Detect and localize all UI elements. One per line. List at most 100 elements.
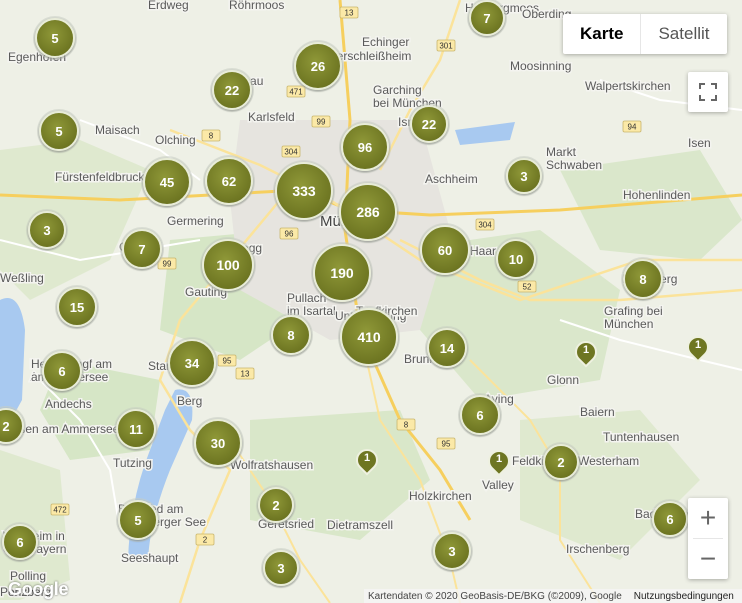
- marker-cluster[interactable]: 62: [203, 155, 255, 207]
- marker-cluster[interactable]: 3: [261, 548, 301, 588]
- road-shield: 8: [396, 418, 416, 431]
- marker-cluster[interactable]: 22: [408, 103, 450, 145]
- marker-cluster[interactable]: 3: [26, 209, 68, 251]
- marker-cluster[interactable]: 34: [166, 337, 218, 389]
- marker-cluster[interactable]: 333: [273, 160, 335, 222]
- cluster-count: 26: [294, 42, 342, 90]
- place-label: Tuntenhausen: [603, 430, 679, 444]
- marker-cluster[interactable]: 2: [256, 485, 296, 525]
- place-label: Baiern: [580, 405, 615, 419]
- marker-cluster[interactable]: 6: [0, 522, 40, 562]
- marker-cluster[interactable]: 6: [458, 393, 502, 437]
- cluster-count: 7: [122, 229, 162, 269]
- cluster-count: 30: [194, 419, 242, 467]
- place-label: Erdweg: [148, 0, 189, 12]
- marker-cluster[interactable]: 5: [37, 109, 81, 153]
- marker-cluster[interactable]: 190: [311, 242, 373, 304]
- place-label: Valley: [482, 478, 514, 492]
- map-pin[interactable]: 1: [570, 336, 602, 368]
- map-pin[interactable]: 1: [351, 444, 383, 476]
- map-type-satellit-button[interactable]: Satellit: [640, 14, 726, 54]
- marker-cluster[interactable]: 11: [114, 407, 158, 451]
- attribution-bar: Kartendaten © 2020 GeoBasis-DE/BKG (©200…: [364, 589, 742, 603]
- place-label: Echinger: [362, 35, 409, 49]
- cluster-count: 410: [340, 308, 398, 366]
- cluster-count: 190: [313, 244, 371, 302]
- cluster-count: 62: [205, 157, 253, 205]
- svg-text:471: 471: [289, 88, 303, 97]
- cluster-count: 3: [433, 532, 471, 570]
- cluster-count: 5: [39, 111, 79, 151]
- svg-text:8: 8: [209, 132, 214, 141]
- place-label: Weßling: [0, 271, 44, 285]
- marker-cluster[interactable]: 96: [339, 121, 391, 173]
- zoom-in-button[interactable]: +: [688, 498, 728, 538]
- place-label: Seeshaupt: [121, 551, 179, 565]
- fullscreen-button[interactable]: [688, 72, 728, 112]
- marker-cluster[interactable]: 3: [504, 156, 544, 196]
- marker-cluster[interactable]: 30: [192, 417, 244, 469]
- marker-cluster[interactable]: 3: [431, 530, 473, 572]
- road-shield: 95: [217, 354, 237, 367]
- marker-cluster[interactable]: 7: [120, 227, 164, 271]
- road-shield: 99: [311, 115, 331, 128]
- cluster-count: 60: [420, 225, 470, 275]
- marker-cluster[interactable]: 8: [621, 257, 665, 301]
- marker-cluster[interactable]: 60: [418, 223, 472, 277]
- cluster-count: 22: [212, 70, 252, 110]
- marker-cluster[interactable]: 10: [494, 237, 538, 281]
- zoom-out-button[interactable]: −: [688, 539, 728, 579]
- svg-text:94: 94: [628, 123, 637, 132]
- marker-cluster[interactable]: 6: [40, 349, 84, 393]
- terms-link[interactable]: Nutzungsbedingungen: [634, 591, 734, 602]
- road-shield: 96: [279, 227, 299, 240]
- map-data-attribution: Kartendaten © 2020 GeoBasis-DE/BKG (©200…: [368, 590, 622, 602]
- marker-cluster[interactable]: 5: [116, 498, 160, 542]
- cluster-count: 45: [143, 158, 191, 206]
- svg-text:13: 13: [345, 9, 354, 18]
- svg-text:304: 304: [478, 221, 492, 230]
- pin-count: 1: [694, 339, 702, 351]
- marker-cluster[interactable]: 6: [650, 499, 690, 539]
- cluster-count: 5: [118, 500, 158, 540]
- map-pin[interactable]: 1: [682, 331, 714, 363]
- basemap[interactable]: 133014719983049496993045295138952472 Erd…: [0, 0, 742, 603]
- marker-cluster[interactable]: 8: [269, 313, 313, 357]
- marker-cluster[interactable]: 26: [292, 40, 344, 92]
- marker-cluster[interactable]: 14: [425, 326, 469, 370]
- cluster-count: 22: [410, 105, 448, 143]
- marker-cluster[interactable]: 100: [200, 237, 256, 293]
- marker-cluster[interactable]: 45: [141, 156, 193, 208]
- marker-cluster[interactable]: 410: [338, 306, 400, 368]
- place-label: Isen: [688, 136, 711, 150]
- map-pin[interactable]: 1: [483, 445, 515, 477]
- place-label: Glonn: [547, 373, 579, 387]
- road-shield: 304: [281, 145, 301, 158]
- svg-text:304: 304: [284, 148, 298, 157]
- cluster-count: 11: [116, 409, 156, 449]
- cluster-count: 7: [469, 0, 505, 36]
- map-type-karte-button[interactable]: Karte: [563, 14, 640, 54]
- place-label: Berg: [177, 394, 202, 408]
- marker-cluster[interactable]: 5: [33, 16, 77, 60]
- marker-cluster[interactable]: 22: [210, 68, 254, 112]
- cluster-count: 333: [275, 162, 333, 220]
- svg-text:8: 8: [404, 421, 409, 430]
- svg-text:13: 13: [241, 370, 250, 379]
- map[interactable]: 13 301 471 99 8 304 94 96 99 304 52 95 13 8 95 2 472 Erd…: [0, 0, 742, 603]
- place-label: Haar: [470, 244, 496, 258]
- marker-cluster[interactable]: 15: [55, 285, 99, 329]
- cluster-count: 6: [652, 501, 688, 537]
- place-label: Hohenlinden: [623, 188, 690, 202]
- cluster-count: 8: [271, 315, 311, 355]
- svg-text:472: 472: [53, 506, 67, 515]
- marker-cluster[interactable]: 2: [541, 442, 581, 482]
- marker-cluster[interactable]: 286: [337, 181, 399, 243]
- place-label: Irschenberg: [566, 542, 629, 556]
- cluster-count: 15: [57, 287, 97, 327]
- place-label: Moosinning: [510, 59, 571, 73]
- place-label: Germering: [167, 214, 224, 228]
- svg-text:99: 99: [317, 118, 326, 127]
- svg-text:95: 95: [442, 440, 451, 449]
- google-logo[interactable]: Google: [8, 579, 69, 600]
